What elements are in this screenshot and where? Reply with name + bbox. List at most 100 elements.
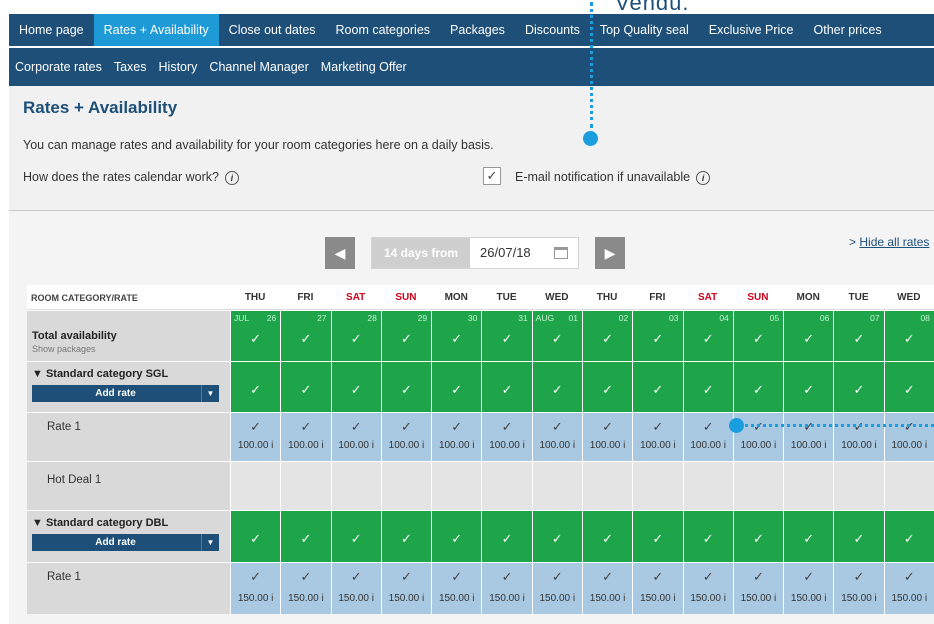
category-availability-cell[interactable]: ✓	[531, 511, 582, 562]
rate-cell[interactable]: ✓ 100.00 i	[229, 413, 281, 461]
rate-cell[interactable]: ✓ 100.00 i	[531, 413, 582, 461]
rate-cell[interactable]: ✓ 100.00 i	[883, 413, 934, 461]
category-availability-cell[interactable]: ✓	[833, 511, 884, 562]
add-rate-button[interactable]: Add rate ▼	[32, 385, 219, 402]
rate-cell[interactable]: ✓ 100.00 i	[581, 413, 633, 461]
nav-item[interactable]: Home page	[9, 14, 94, 46]
category-availability-cell[interactable]: ✓	[632, 511, 683, 562]
info-icon[interactable]: i	[696, 170, 711, 185]
availability-cell[interactable]: 27 ✓	[280, 311, 331, 361]
rate-cell[interactable]: ✓ 100.00 i	[783, 413, 834, 461]
availability-cell[interactable]: JUL 26 ✓	[229, 311, 281, 361]
date-picker[interactable]: 14 days from 26/07/18	[371, 237, 580, 269]
check-icon: ✓	[602, 531, 614, 546]
category-availability-cell[interactable]: ✓	[431, 362, 482, 412]
category-availability-cell[interactable]: ✓	[481, 362, 532, 412]
subnav-item[interactable]: History	[153, 60, 204, 74]
category-availability-cell[interactable]: ✓	[883, 511, 934, 562]
check-icon: ✓	[903, 419, 915, 434]
nav-item[interactable]: Close out dates	[219, 14, 326, 46]
next-period-button[interactable]: ▶	[595, 237, 626, 269]
rate-cell[interactable]: ✓ 150.00 i	[481, 563, 532, 614]
availability-cell[interactable]: 03 ✓	[632, 311, 683, 361]
availability-cell[interactable]: 08 ✓	[883, 311, 934, 361]
availability-cell[interactable]: 02 ✓	[581, 311, 633, 361]
category-availability-cell[interactable]: ✓	[481, 511, 532, 562]
previous-period-button[interactable]: ◀	[325, 237, 355, 269]
availability-cell[interactable]: 29 ✓	[380, 311, 432, 361]
category-availability-cell[interactable]: ✓	[229, 511, 281, 562]
availability-cell[interactable]: 07 ✓	[833, 311, 884, 361]
category-availability-cell[interactable]: ✓	[883, 362, 934, 412]
availability-cell[interactable]: AUG 01 ✓	[531, 311, 582, 361]
category-availability-cell[interactable]: ✓	[783, 362, 834, 412]
subnav-item[interactable]: Channel Manager	[203, 60, 314, 74]
category-availability-cell[interactable]: ✓	[330, 362, 381, 412]
availability-cell[interactable]: 04 ✓	[682, 311, 733, 361]
chevron-down-icon[interactable]: ▼	[201, 534, 219, 551]
availability-cell[interactable]: 30 ✓	[431, 311, 482, 361]
email-notification-checkbox[interactable]: ✓	[483, 167, 501, 185]
category-availability-cell[interactable]: ✓	[380, 362, 432, 412]
hide-all-rates-link[interactable]: > Hide all rates	[849, 235, 929, 249]
rate-cell[interactable]: ✓ 150.00 i	[632, 563, 683, 614]
rate-cell[interactable]: ✓ 100.00 i	[431, 413, 482, 461]
category-availability-cell[interactable]: ✓	[682, 511, 733, 562]
chevron-down-icon[interactable]: ▼	[201, 385, 219, 402]
rate-cell[interactable]: ✓ 100.00 i	[380, 413, 432, 461]
category-availability-cell[interactable]: ✓	[229, 362, 281, 412]
rate-cell[interactable]: ✓ 150.00 i	[783, 563, 834, 614]
nav-item[interactable]: Room categories	[326, 14, 441, 46]
category-availability-cell[interactable]: ✓	[732, 362, 784, 412]
category-availability-cell[interactable]: ✓	[380, 511, 432, 562]
subnav-item[interactable]: Marketing Offer	[315, 60, 413, 74]
nav-item[interactable]: Packages	[440, 14, 515, 46]
nav-item[interactable]: Top Quality seal	[590, 14, 699, 46]
calendar-help[interactable]: How does the rates calendar work? i	[23, 170, 239, 185]
nav-item[interactable]: Discounts	[515, 14, 590, 46]
rate-cell[interactable]: ✓ 150.00 i	[229, 563, 281, 614]
rate-cell[interactable]: ✓ 100.00 i	[682, 413, 733, 461]
category-availability-cell[interactable]: ✓	[280, 511, 331, 562]
category-availability-cell[interactable]: ✓	[431, 511, 482, 562]
availability-cell[interactable]: 05 ✓	[732, 311, 784, 361]
rate-cell[interactable]: ✓ 150.00 i	[280, 563, 331, 614]
show-packages-link[interactable]: Show packages	[32, 344, 96, 354]
rate-cell[interactable]: ✓ 150.00 i	[431, 563, 482, 614]
nav-item[interactable]: Exclusive Price	[699, 14, 804, 46]
rate-cell[interactable]: ✓ 100.00 i	[280, 413, 331, 461]
rate-cell[interactable]: ✓ 100.00 i	[330, 413, 381, 461]
rate-cell[interactable]: ✓ 150.00 i	[581, 563, 633, 614]
rate-cell[interactable]: ✓ 150.00 i	[330, 563, 381, 614]
rate-cell[interactable]: ✓ 150.00 i	[883, 563, 934, 614]
category-availability-cell[interactable]: ✓	[632, 362, 683, 412]
category-availability-cell[interactable]: ✓	[581, 362, 633, 412]
category-availability-cell[interactable]: ✓	[581, 511, 633, 562]
date-input[interactable]: 26/07/18	[470, 238, 578, 268]
subnav-item[interactable]: Corporate rates	[9, 60, 108, 74]
rate-cell[interactable]: ✓ 150.00 i	[682, 563, 733, 614]
calendar-icon[interactable]	[554, 247, 569, 259]
rate-cell[interactable]: ✓ 100.00 i	[481, 413, 532, 461]
category-availability-cell[interactable]: ✓	[280, 362, 331, 412]
subnav-item[interactable]: Taxes	[108, 60, 153, 74]
rate-cell[interactable]: ✓ 150.00 i	[833, 563, 884, 614]
category-availability-cell[interactable]: ✓	[531, 362, 582, 412]
availability-cell[interactable]: 28 ✓	[330, 311, 381, 361]
rate-cell[interactable]: ✓ 100.00 i	[833, 413, 884, 461]
availability-cell[interactable]: 06 ✓	[783, 311, 834, 361]
add-rate-button[interactable]: Add rate ▼	[32, 534, 219, 551]
rate-cell[interactable]: ✓ 150.00 i	[531, 563, 582, 614]
category-availability-cell[interactable]: ✓	[330, 511, 381, 562]
info-icon[interactable]: i	[224, 170, 239, 185]
category-availability-cell[interactable]: ✓	[682, 362, 733, 412]
category-availability-cell[interactable]: ✓	[783, 511, 834, 562]
rate-cell[interactable]: ✓ 150.00 i	[380, 563, 432, 614]
nav-item[interactable]: Other prices	[804, 14, 892, 46]
category-availability-cell[interactable]: ✓	[833, 362, 884, 412]
rate-cell[interactable]: ✓ 100.00 i	[632, 413, 683, 461]
category-availability-cell[interactable]: ✓	[732, 511, 784, 562]
nav-item[interactable]: Rates + Availability	[93, 14, 219, 46]
availability-cell[interactable]: 31 ✓	[481, 311, 532, 361]
rate-cell[interactable]: ✓ 150.00 i	[732, 563, 784, 614]
